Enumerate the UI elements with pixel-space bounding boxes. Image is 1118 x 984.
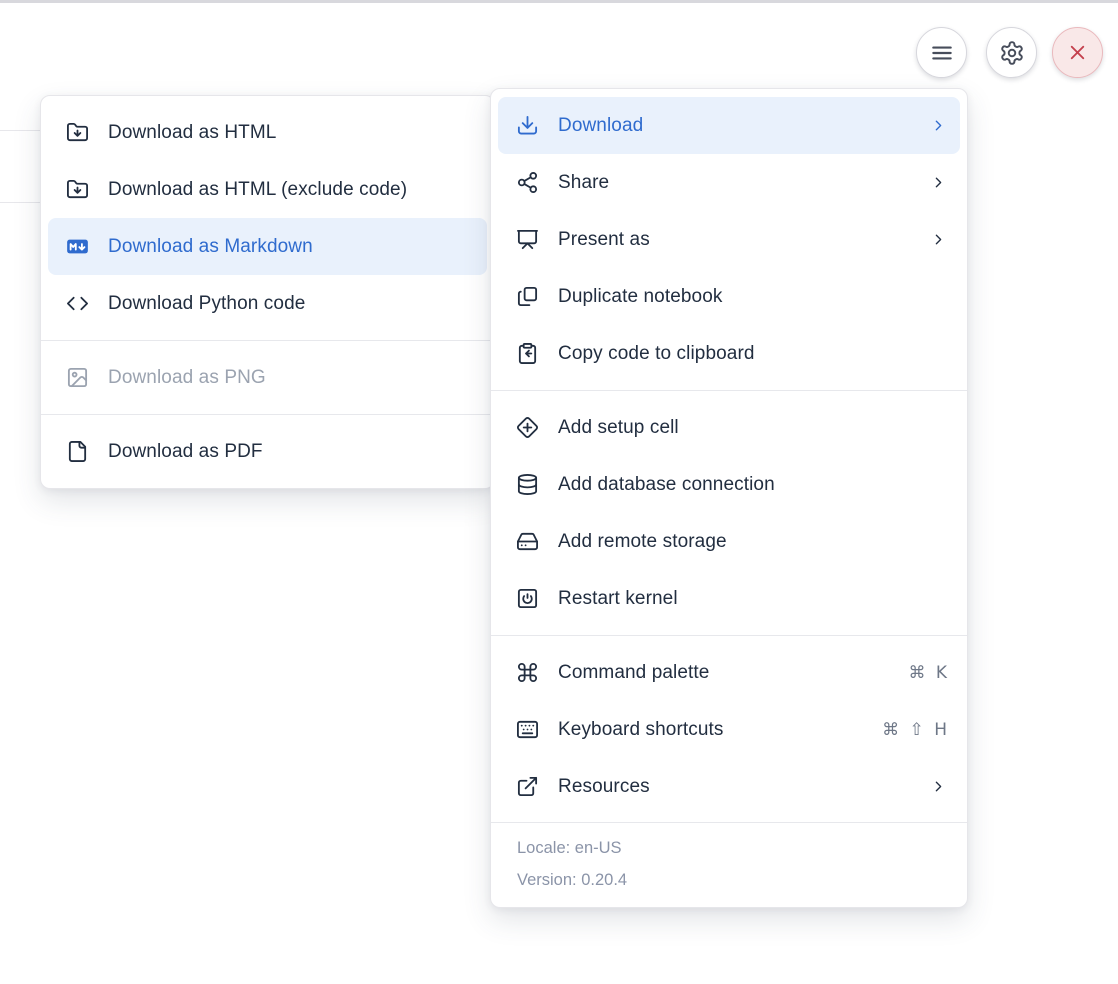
menu-item-label: Present as <box>558 229 930 251</box>
square-power-icon <box>516 587 539 610</box>
menu-item-label: Keyboard shortcuts <box>558 719 882 741</box>
menu-item-share[interactable]: Share <box>498 154 960 211</box>
menu-item-add-database-connection[interactable]: Add database connection <box>498 456 960 513</box>
copy-icon <box>516 285 539 308</box>
menu-item-restart-kernel[interactable]: Restart kernel <box>498 570 960 627</box>
locale-text: Locale: en-US <box>517 832 967 864</box>
menu-item-add-remote-storage[interactable]: Add remote storage <box>498 513 960 570</box>
menu-item-download-as-html-exclude-code[interactable]: Download as HTML (exclude code) <box>48 161 487 218</box>
menu-item-download[interactable]: Download <box>498 97 960 154</box>
menu-item-label: Download as Markdown <box>108 236 474 258</box>
menu-item-label: Copy code to clipboard <box>558 343 947 365</box>
menu-item-duplicate-notebook[interactable]: Duplicate notebook <box>498 268 960 325</box>
menu-separator <box>41 340 494 341</box>
menu-item-label: Restart kernel <box>558 588 947 610</box>
chevron-right-icon <box>930 117 947 134</box>
menu-item-label: Add database connection <box>558 474 947 496</box>
external-link-icon <box>516 775 539 798</box>
menu-item-resources[interactable]: Resources <box>498 758 960 815</box>
chevron-right-icon <box>930 174 947 191</box>
menu-item-label: Share <box>558 172 930 194</box>
menu-item-download-as-png: Download as PNG <box>48 349 487 406</box>
version-text: Version: 0.20.4 <box>517 864 967 896</box>
diamond-plus-icon <box>516 416 539 439</box>
chevron-right-icon <box>930 778 947 795</box>
notebook-actions-menu: Download Share Present as Duplicate noteboo… <box>490 88 968 908</box>
command-icon <box>516 661 539 684</box>
menu-item-download-as-markdown[interactable]: Download as Markdown <box>48 218 487 275</box>
clipboard-copy-icon <box>516 342 539 365</box>
menu-separator <box>491 635 967 636</box>
background-cell-border <box>0 202 41 203</box>
menu-item-download-as-html[interactable]: Download as HTML <box>48 104 487 161</box>
menu-item-label: Download as PNG <box>108 367 474 389</box>
menu-item-download-as-pdf[interactable]: Download as PDF <box>48 423 487 480</box>
presentation-icon <box>516 228 539 251</box>
background-cell-border <box>0 130 41 131</box>
menu-item-label: Download as HTML (exclude code) <box>108 179 474 201</box>
notebook-menu-button[interactable] <box>916 27 967 78</box>
window-top-border <box>0 0 1118 3</box>
share-icon <box>516 171 539 194</box>
menu-separator <box>41 414 494 415</box>
menu-footer: Locale: en-US Version: 0.20.4 <box>491 822 967 899</box>
code-icon <box>66 292 89 315</box>
menu-item-label: Download <box>558 115 930 137</box>
keyboard-icon <box>516 718 539 741</box>
folder-down-icon <box>66 121 89 144</box>
file-icon <box>66 440 89 463</box>
menu-item-keyboard-shortcuts[interactable]: Keyboard shortcuts⌘ ⇧ H <box>498 701 960 758</box>
shortcut-hint: ⌘ K <box>908 663 947 683</box>
menu-item-label: Add setup cell <box>558 417 947 439</box>
menu-item-label: Resources <box>558 776 930 798</box>
menu-item-label: Download Python code <box>108 293 474 315</box>
menu-item-label: Command palette <box>558 662 908 684</box>
menu-item-download-python-code[interactable]: Download Python code <box>48 275 487 332</box>
folder-down-icon <box>66 178 89 201</box>
menu-item-label: Download as PDF <box>108 441 474 463</box>
app-background: Download as HTML Download as HTML (exclud… <box>0 0 1118 984</box>
markdown-download-icon <box>66 235 89 258</box>
menu-item-add-setup-cell[interactable]: Add setup cell <box>498 399 960 456</box>
download-icon <box>516 114 539 137</box>
hard-drive-icon <box>516 530 539 553</box>
menu-item-command-palette[interactable]: Command palette⌘ K <box>498 644 960 701</box>
menu-item-label: Duplicate notebook <box>558 286 947 308</box>
menu-item-present-as[interactable]: Present as <box>498 211 960 268</box>
hamburger-icon <box>929 40 955 66</box>
database-icon <box>516 473 539 496</box>
menu-item-label: Add remote storage <box>558 531 947 553</box>
close-button[interactable] <box>1052 27 1103 78</box>
shortcut-hint: ⌘ ⇧ H <box>882 720 947 740</box>
chevron-right-icon <box>930 231 947 248</box>
menu-item-copy-code-to-clipboard[interactable]: Copy code to clipboard <box>498 325 960 382</box>
settings-button[interactable] <box>986 27 1037 78</box>
menu-separator <box>491 390 967 391</box>
menu-item-label: Download as HTML <box>108 122 474 144</box>
image-icon <box>66 366 89 389</box>
gear-icon <box>999 40 1025 66</box>
download-submenu: Download as HTML Download as HTML (exclud… <box>40 95 495 489</box>
close-icon <box>1066 41 1089 64</box>
